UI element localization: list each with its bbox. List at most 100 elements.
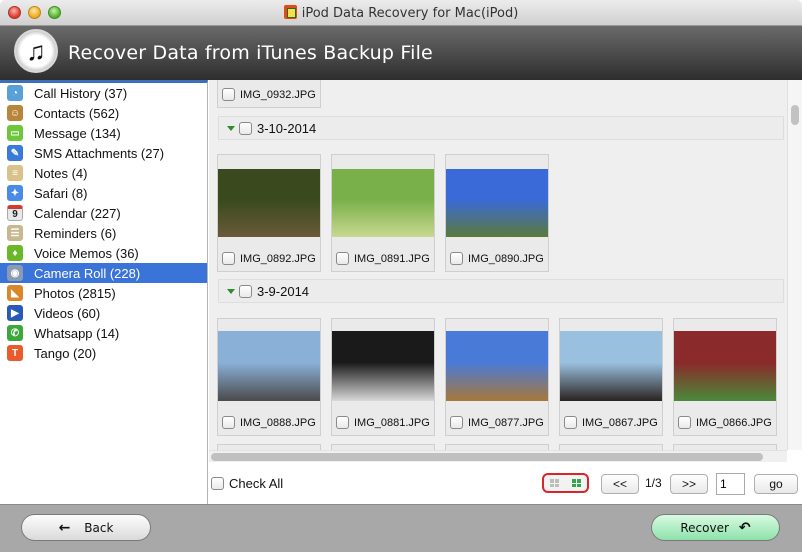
sidebar-item[interactable]: 9 Calendar (227) (0, 203, 207, 223)
previous-page-button[interactable]: << (601, 474, 639, 494)
photo-checkbox[interactable] (222, 252, 235, 265)
sidebar-item[interactable]: ▶ Videos (60) (0, 303, 207, 323)
title-bar: iPod Data Recovery for Mac(iPod) (0, 0, 802, 26)
sidebar-item[interactable]: ✎ SMS Attachments (27) (0, 143, 207, 163)
photo-preview-image (332, 169, 434, 237)
thumbnail-grid: IMG_0932.JPG 3-10-2014 IMG_0892.JPG IMG_089… (209, 80, 787, 450)
photo-preview-image (332, 331, 434, 401)
photo-select[interactable]: IMG_0881.JPG (336, 416, 430, 429)
photo-select[interactable]: IMG_0890.JPG (450, 252, 544, 265)
main-panel: IMG_0932.JPG 3-10-2014 IMG_0892.JPG IMG_089… (209, 80, 802, 504)
window-title: iPod Data Recovery for Mac(iPod) (301, 6, 519, 21)
page-title: Recover Data from iTunes Backup File (68, 42, 433, 64)
calendar-icon: 9 (7, 205, 23, 221)
photo-preview-image (446, 169, 548, 237)
check-all-checkbox[interactable] (211, 477, 224, 490)
photo-filename: IMG_0866.JPG (696, 416, 772, 429)
photo-thumbnail[interactable]: IMG_0890.JPG (445, 154, 549, 272)
photo-checkbox[interactable] (222, 416, 235, 429)
photo-filename: IMG_0891.JPG (354, 252, 430, 265)
photo-checkbox[interactable] (450, 416, 463, 429)
photo-thumbnail[interactable]: IMG_0877.JPG (445, 318, 549, 436)
collapse-triangle-icon[interactable] (227, 288, 235, 294)
photo-thumbnail[interactable]: IMG_0881.JPG (331, 318, 435, 436)
list-view-button[interactable] (544, 475, 566, 491)
sidebar-item[interactable]: ✦ Safari (8) (0, 183, 207, 203)
sidebar-item-label: Tango (20) (34, 345, 97, 361)
sidebar-item[interactable]: ◔ Call History (37) (0, 83, 207, 103)
sidebar-item[interactable]: ≡ Notes (4) (0, 163, 207, 183)
itunes-music-icon: ♫ (14, 29, 58, 73)
whatsapp-icon: ✆ (7, 325, 23, 341)
sidebar-item-label: Voice Memos (36) (34, 245, 139, 261)
vertical-scroll-thumb[interactable] (791, 105, 799, 125)
date-group-checkbox[interactable] (239, 284, 252, 298)
next-page-button[interactable]: >> (670, 474, 708, 494)
camera-roll-icon: ◉ (7, 265, 23, 281)
sidebar-item[interactable]: T Tango (20) (0, 343, 207, 363)
photo-preview-image (218, 331, 320, 401)
date-group-header[interactable]: 3-9-2014 (218, 279, 784, 303)
message-icon: ▭ (7, 125, 23, 141)
photo-checkbox[interactable] (336, 416, 349, 429)
contacts-icon: ☺ (7, 105, 23, 121)
photo-thumbnail[interactable]: IMG_0891.JPG (331, 154, 435, 272)
photo-thumbnail[interactable]: IMG_0867.JPG (559, 318, 663, 436)
check-all[interactable]: Check All (211, 476, 283, 491)
page-number-input[interactable] (716, 473, 745, 495)
sidebar-item-label: Calendar (227) (34, 205, 121, 221)
sidebar-item[interactable]: ☺ Contacts (562) (0, 103, 207, 123)
sidebar-item-label: SMS Attachments (27) (34, 145, 165, 161)
photo-select[interactable]: IMG_0867.JPG (564, 416, 658, 429)
horizontal-scrollbar[interactable] (209, 450, 787, 462)
photo-checkbox[interactable] (564, 416, 577, 429)
view-mode-toggle[interactable] (542, 473, 589, 493)
sidebar-item[interactable]: ♦ Voice Memos (36) (0, 243, 207, 263)
vertical-scrollbar[interactable] (787, 80, 802, 450)
photo-filename: IMG_0890.JPG (468, 252, 544, 265)
sidebar-item[interactable]: ✆ Whatsapp (14) (0, 323, 207, 343)
photo-filename: IMG_0877.JPG (468, 416, 544, 429)
category-sidebar: ◔ Call History (37) ☺ Contacts (562) ▭ Messag… (0, 80, 208, 504)
sidebar-item-label: Whatsapp (14) (34, 325, 120, 341)
notes-icon: ≡ (7, 165, 23, 181)
photo-checkbox[interactable] (336, 252, 349, 265)
photo-select[interactable]: IMG_0877.JPG (450, 416, 544, 429)
photo-checkbox[interactable] (678, 416, 691, 429)
photo-thumbnail[interactable]: IMG_0888.JPG (217, 318, 321, 436)
page-indicator: 1/3 (645, 476, 662, 490)
sidebar-item[interactable]: ▭ Message (134) (0, 123, 207, 143)
grid-view-button[interactable] (566, 475, 588, 491)
date-group-header[interactable]: 3-10-2014 (218, 116, 784, 140)
go-button[interactable]: go (754, 474, 798, 494)
photo-checkbox[interactable] (222, 88, 235, 101)
photo-select[interactable]: IMG_0891.JPG (336, 252, 430, 265)
collapse-triangle-icon[interactable] (227, 125, 235, 131)
photo-thumbnail[interactable]: IMG_0892.JPG (217, 154, 321, 272)
photo-select[interactable]: IMG_0888.JPG (222, 416, 316, 429)
videos-icon: ▶ (7, 305, 23, 321)
sidebar-item[interactable]: ◣ Photos (2815) (0, 283, 207, 303)
photo-preview-image (218, 169, 320, 237)
photos-icon: ◣ (7, 285, 23, 301)
photo-select[interactable]: IMG_0932.JPG (222, 88, 316, 101)
sidebar-item-label: Call History (37) (34, 85, 128, 101)
horizontal-scroll-thumb[interactable] (211, 453, 763, 461)
grid-view-icon (571, 479, 581, 487)
sidebar-item[interactable]: ☰ Reminders (6) (0, 223, 207, 243)
voice-memos-icon: ♦ (7, 245, 23, 261)
photo-filename: IMG_0881.JPG (354, 416, 430, 429)
photo-filename: IMG_0892.JPG (240, 252, 316, 265)
sidebar-item[interactable]: ◉ Camera Roll (228) (0, 263, 207, 283)
photo-select[interactable]: IMG_0866.JPG (678, 416, 772, 429)
tango-icon: T (7, 345, 23, 361)
photo-filename: IMG_0888.JPG (240, 416, 316, 429)
recover-button[interactable]: Recover ↶ (651, 514, 780, 541)
photo-checkbox[interactable] (450, 252, 463, 265)
back-button[interactable]: ← Back (21, 514, 151, 541)
photo-select[interactable]: IMG_0892.JPG (222, 252, 316, 265)
window-title-wrap: iPod Data Recovery for Mac(iPod) (0, 5, 802, 21)
date-group-checkbox[interactable] (239, 121, 252, 135)
photo-thumbnail[interactable]: IMG_0866.JPG (673, 318, 777, 436)
photo-thumbnail[interactable]: IMG_0932.JPG (217, 80, 321, 108)
